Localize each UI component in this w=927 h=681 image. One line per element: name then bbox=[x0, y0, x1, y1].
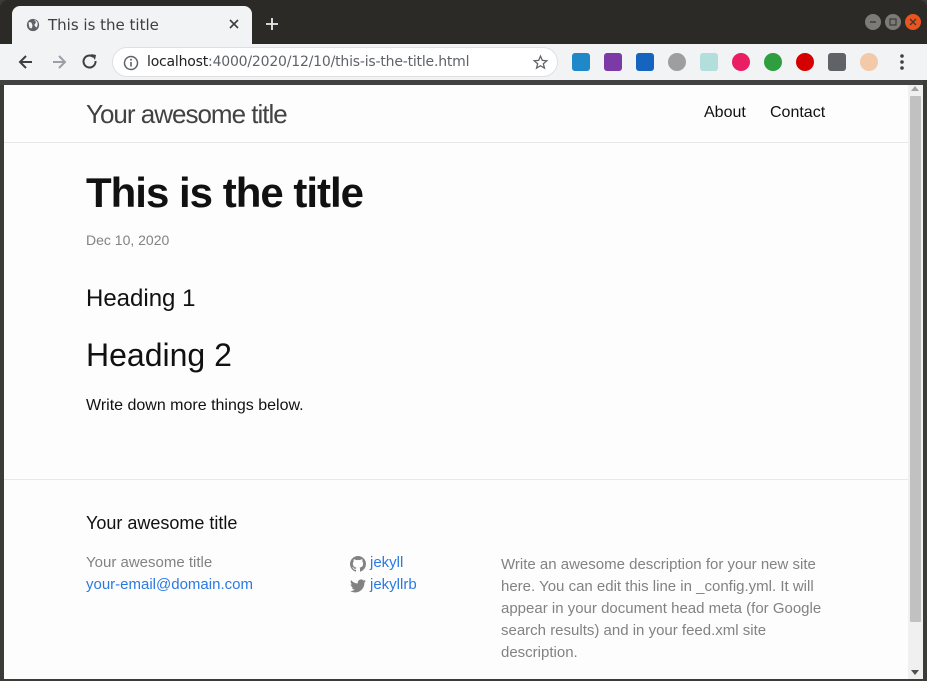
colorful-extension-icon[interactable] bbox=[732, 53, 750, 71]
tab-title: This is the title bbox=[48, 16, 159, 34]
nav-about-link[interactable]: About bbox=[704, 104, 746, 122]
info-icon[interactable] bbox=[123, 55, 139, 71]
browser-tab[interactable]: This is the title bbox=[12, 6, 252, 44]
window-frame-right bbox=[923, 80, 927, 681]
twitter-icon bbox=[350, 579, 366, 593]
site-title[interactable]: Your awesome title bbox=[86, 99, 288, 130]
forward-icon[interactable] bbox=[49, 52, 69, 72]
footer-heading: Your awesome title bbox=[86, 513, 238, 533]
tab-extension-icon[interactable] bbox=[700, 53, 718, 71]
evernote-extension-icon[interactable] bbox=[764, 53, 782, 71]
footer-email-link[interactable]: your-email@domain.com bbox=[86, 576, 253, 593]
footer-name: Your awesome title bbox=[86, 554, 213, 571]
github-username: jekyll bbox=[370, 554, 404, 571]
post-date: Dec 10, 2020 bbox=[86, 232, 170, 248]
close-icon[interactable] bbox=[226, 16, 242, 32]
nav-contact-link[interactable]: Contact bbox=[770, 104, 825, 122]
footer-description: Write an awesome description for your ne… bbox=[501, 556, 822, 661]
globe-icon bbox=[26, 18, 40, 32]
scroll-up-arrow[interactable] bbox=[911, 86, 919, 91]
heading-2: Heading 2 bbox=[86, 337, 232, 373]
adblock-extension-icon[interactable] bbox=[796, 53, 814, 71]
site-header: Your awesome title About Contact bbox=[4, 85, 908, 143]
s-extension-icon[interactable] bbox=[636, 53, 654, 71]
puzzle-extension-icon[interactable] bbox=[828, 53, 846, 71]
star-icon[interactable] bbox=[532, 54, 549, 71]
reader-extension-icon[interactable] bbox=[572, 53, 590, 71]
url-host: localhost bbox=[147, 54, 209, 70]
avatar[interactable] bbox=[860, 53, 878, 71]
window-close-button[interactable] bbox=[905, 14, 921, 30]
vertical-scrollbar[interactable] bbox=[908, 85, 923, 679]
address-bar[interactable]: localhost:4000/2020/12/10/this-is-the-ti… bbox=[112, 47, 558, 77]
twitter-username: jekyllrb bbox=[370, 576, 417, 593]
scroll-thumb[interactable] bbox=[910, 96, 921, 622]
heading-1: Heading 1 bbox=[86, 285, 196, 312]
scroll-down-arrow[interactable] bbox=[911, 670, 919, 675]
plus-icon[interactable] bbox=[264, 16, 280, 32]
onenote-extension-icon[interactable] bbox=[604, 53, 622, 71]
browser-titlebar: This is the title bbox=[0, 0, 927, 44]
reload-icon[interactable] bbox=[80, 52, 100, 72]
minimize-button[interactable] bbox=[865, 14, 881, 30]
maximize-button[interactable] bbox=[885, 14, 901, 30]
site-footer: Your awesome title Your awesome title yo… bbox=[4, 479, 908, 679]
post-title: This is the title bbox=[86, 169, 364, 216]
github-icon bbox=[350, 556, 366, 572]
post-paragraph: Write down more things below. bbox=[86, 397, 304, 414]
url-path: :4000/2020/12/10/this-is-the-title.html bbox=[208, 54, 470, 70]
browser-toolbar: localhost:4000/2020/12/10/this-is-the-ti… bbox=[0, 44, 927, 80]
menu-icon[interactable] bbox=[894, 52, 910, 72]
page-viewport: Your awesome title About Contact This is… bbox=[4, 85, 908, 679]
power-extension-icon[interactable] bbox=[668, 53, 686, 71]
back-icon[interactable] bbox=[16, 52, 36, 72]
url-text: localhost:4000/2020/12/10/this-is-the-ti… bbox=[147, 54, 469, 70]
